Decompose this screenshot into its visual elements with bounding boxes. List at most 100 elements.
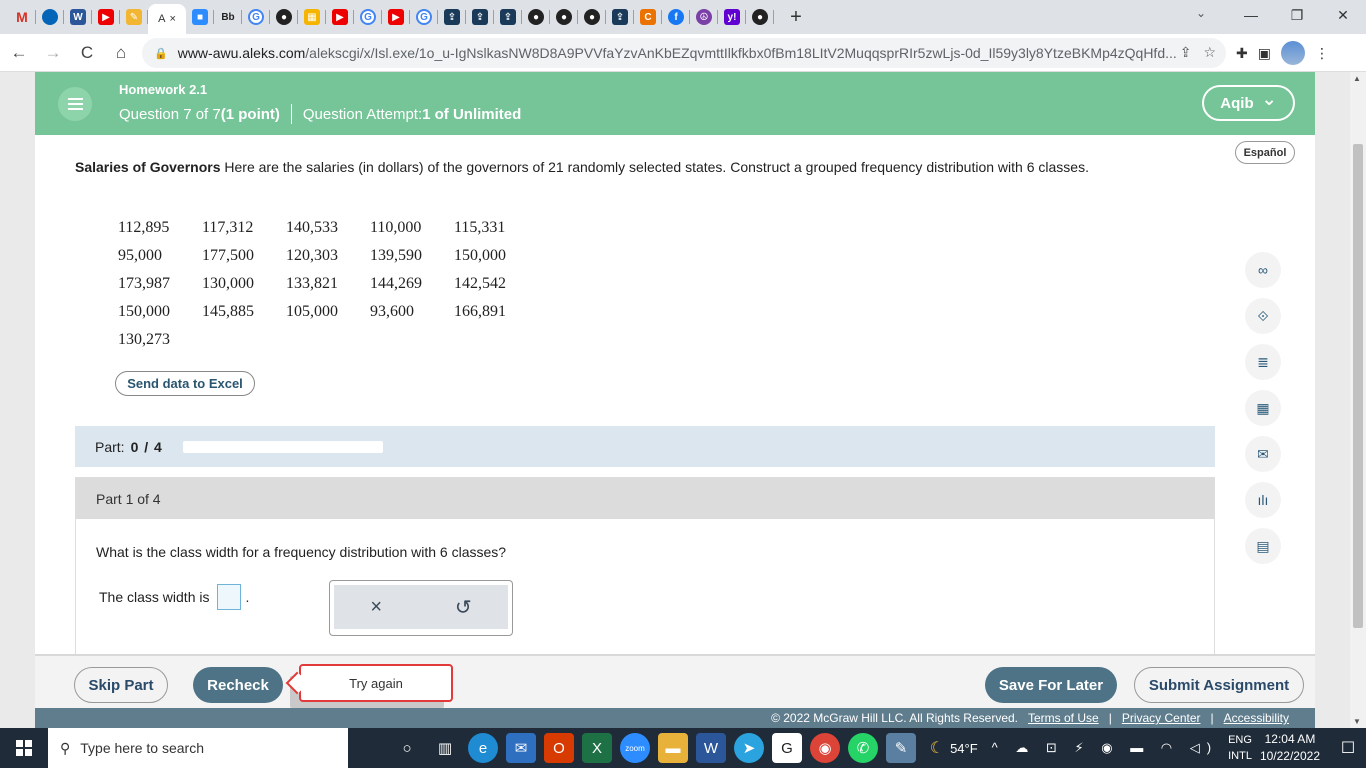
back-icon[interactable]: ← — [4, 38, 34, 68]
submit-assignment-button[interactable]: Submit Assignment — [1134, 667, 1304, 703]
edge-icon[interactable]: e — [468, 733, 498, 763]
language-indicator[interactable]: ENG INTL — [1228, 732, 1252, 764]
tab-gmail[interactable]: M — [8, 0, 36, 34]
scroll-down-icon[interactable]: ▼ — [1353, 717, 1361, 726]
github-icon: ● — [276, 9, 292, 25]
telegram-icon[interactable]: ➤ — [734, 733, 764, 763]
part-value: 0 / 4 — [130, 438, 163, 455]
tab-zoom[interactable]: ■ — [186, 0, 214, 34]
tab-google-3[interactable]: G — [410, 0, 438, 34]
tab-youtube[interactable]: ▶ — [92, 0, 120, 34]
textbook-icon[interactable]: ▦ — [1245, 390, 1281, 426]
bar-chart-icon[interactable]: ılı — [1245, 482, 1281, 518]
glasses-icon[interactable]: ∞ — [1245, 252, 1281, 288]
tab-close-icon[interactable]: × — [169, 13, 175, 25]
tab-youtube-3[interactable]: ▶ — [382, 0, 410, 34]
taskbar-search[interactable]: ⚲ Type here to search — [48, 728, 348, 768]
mail-app-icon[interactable]: ✉ — [506, 733, 536, 763]
clear-icon[interactable]: × — [370, 596, 382, 619]
mail-icon[interactable]: ✉ — [1245, 436, 1281, 472]
undo-icon[interactable]: ↺ — [455, 595, 472, 620]
user-menu-button[interactable]: Aqib ⌄ — [1202, 85, 1295, 121]
system-clock[interactable]: 12:04 AM 10/22/2022 — [1260, 731, 1320, 765]
forward-icon[interactable]: → — [38, 38, 68, 68]
tab-github-5[interactable]: ● — [746, 0, 774, 34]
excel-icon[interactable]: X — [582, 733, 612, 763]
address-bar[interactable]: 🔒 www-awu.aleks.com /alekscgi/x/Isl.exe/… — [142, 38, 1226, 68]
browser-menu-icon[interactable]: ⋮ — [1315, 45, 1329, 62]
question-info: Question 7 of 7 (1 point) Question Attem… — [119, 104, 521, 124]
cortana-icon[interactable]: ○ — [392, 733, 422, 763]
skip-part-button[interactable]: Skip Part — [74, 667, 168, 703]
tab-github-2[interactable]: ● — [522, 0, 550, 34]
tab-pencil[interactable]: ✎ — [120, 0, 148, 34]
profile-avatar[interactable] — [1280, 41, 1305, 65]
scroll-up-icon[interactable]: ▲ — [1353, 74, 1361, 83]
menu-button[interactable] — [58, 87, 92, 121]
notes-app-icon[interactable]: ✎ — [886, 733, 916, 763]
weather-temperature[interactable]: 54°F — [950, 741, 978, 756]
notes-icon[interactable]: ≣ — [1245, 344, 1281, 380]
tab-yahoo[interactable]: y! — [718, 0, 746, 34]
task-view-icon[interactable]: ▥ — [430, 733, 460, 763]
tab-github-1[interactable]: ● — [270, 0, 298, 34]
start-button[interactable] — [0, 728, 48, 768]
grammarly-icon[interactable]: G — [772, 733, 802, 763]
tab-github-4[interactable]: ● — [578, 0, 606, 34]
scrollbar-thumb[interactable] — [1353, 144, 1363, 628]
tab-blackboard[interactable]: Bb — [214, 0, 242, 34]
notification-icon[interactable]: ☐ — [1330, 738, 1366, 758]
whatsapp-icon[interactable]: ✆ — [848, 733, 878, 763]
tab-word[interactable]: W — [64, 0, 92, 34]
reload-icon[interactable]: C — [72, 38, 102, 68]
tab-search-icon[interactable]: ⌄ — [1196, 6, 1206, 20]
lock-icon[interactable]: 🔒 — [154, 47, 168, 60]
restore-icon[interactable]: ❐ — [1274, 0, 1320, 30]
class-width-input[interactable] — [217, 584, 242, 610]
tab-upload-4[interactable]: ⇪ — [606, 0, 634, 34]
tab-grid[interactable]: ▦ — [298, 0, 326, 34]
file-explorer-icon[interactable]: ▬ — [658, 733, 688, 763]
page-scrollbar[interactable]: ▲ ▼ — [1350, 72, 1366, 728]
calculator-icon[interactable]: ▤ — [1245, 528, 1281, 564]
tray-icons[interactable]: ^ ☁ ⊡ ⚡ ◉ ▬ ◠ ◁) — [992, 740, 1218, 756]
espanol-button[interactable]: Español — [1235, 141, 1295, 164]
tab-chegg[interactable]: C — [634, 0, 662, 34]
zoom-app-icon[interactable]: zoom — [620, 733, 650, 763]
question-number: Question 7 of 7 — [119, 105, 221, 123]
tab-upload-3[interactable]: ⇪ — [494, 0, 522, 34]
terms-link[interactable]: Terms of Use — [1028, 711, 1099, 725]
youtube-icon: ▶ — [332, 9, 348, 25]
tab-upload-1[interactable]: ⇪ — [438, 0, 466, 34]
word-app-icon[interactable]: W — [696, 733, 726, 763]
close-window-icon[interactable]: ✕ — [1320, 0, 1366, 30]
extensions-puzzle-icon[interactable]: ✚ — [1236, 45, 1248, 62]
weather-moon-icon[interactable]: ☾ — [930, 738, 944, 758]
home-icon[interactable]: ⌂ — [106, 38, 136, 68]
tab-github-3[interactable]: ● — [550, 0, 578, 34]
tab-youtube-2[interactable]: ▶ — [326, 0, 354, 34]
tab-google-2[interactable]: G — [354, 0, 382, 34]
share-icon[interactable]: ⇪ — [1180, 44, 1192, 61]
tag-icon[interactable]: ⟐ — [1245, 298, 1281, 334]
tab-onedrive[interactable] — [36, 0, 64, 34]
new-tab-button[interactable]: + — [782, 3, 810, 31]
privacy-link[interactable]: Privacy Center — [1122, 711, 1201, 725]
tab-facebook[interactable]: f — [662, 0, 690, 34]
table-row: 173,987 130,000 133,821 144,269 142,542 — [118, 270, 538, 298]
recheck-button[interactable]: Recheck — [193, 667, 283, 703]
save-for-later-button[interactable]: Save For Later — [985, 667, 1117, 703]
tab-aleks-active[interactable]: A × — [148, 4, 186, 34]
office-icon[interactable]: O — [544, 733, 574, 763]
tab-peace[interactable]: ☮ — [690, 0, 718, 34]
data-cell: 105,000 — [286, 303, 338, 320]
minimize-icon[interactable]: — — [1228, 0, 1274, 30]
send-to-excel-button[interactable]: Send data to Excel — [115, 371, 255, 396]
tab-google-1[interactable]: G — [242, 0, 270, 34]
bookmark-star-icon[interactable]: ☆ — [1203, 44, 1216, 61]
chrome-icon[interactable]: ◉ — [810, 733, 840, 763]
accessibility-link[interactable]: Accessibility — [1224, 711, 1289, 725]
aleks-tab-label: A — [158, 13, 166, 25]
tab-upload-2[interactable]: ⇪ — [466, 0, 494, 34]
sidepanel-icon[interactable]: ▣ — [1258, 45, 1271, 62]
